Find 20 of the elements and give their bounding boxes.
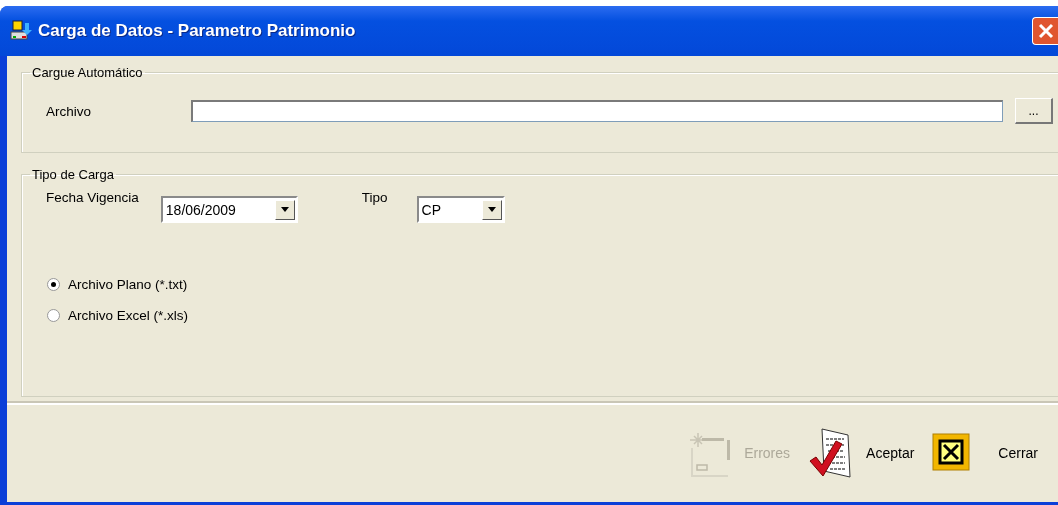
type-dropdown[interactable]: CP bbox=[416, 196, 505, 223]
app-icon bbox=[10, 20, 32, 42]
radio-option[interactable]: Archivo Excel (*.xls) bbox=[47, 308, 189, 323]
dropdown-arrow-icon bbox=[280, 207, 289, 212]
radio-option[interactable]: Archivo Plano (*.txt) bbox=[47, 277, 188, 292]
field-label: Archivo bbox=[46, 103, 91, 119]
date-picker[interactable]: 18/06/2009 bbox=[160, 196, 298, 223]
close-icon bbox=[932, 432, 973, 473]
dropdown-arrow-icon bbox=[487, 207, 496, 212]
accept-button[interactable]: Aceptar bbox=[808, 426, 915, 479]
browse-button[interactable]: ... bbox=[1015, 98, 1053, 124]
file-input-field[interactable] bbox=[191, 100, 1003, 122]
window-title: Carga de Datos - Parametro Patrimonio bbox=[38, 21, 356, 41]
window-close-button[interactable] bbox=[1032, 17, 1058, 45]
field-label: Tipo bbox=[361, 190, 388, 205]
group-label: Cargue Automático bbox=[32, 65, 143, 80]
close-icon bbox=[1036, 22, 1055, 40]
field-label: Fecha Vigencia bbox=[46, 190, 139, 205]
close-button[interactable]: Cerrar bbox=[932, 432, 1038, 473]
group-label: Tipo de Carga bbox=[32, 167, 114, 182]
